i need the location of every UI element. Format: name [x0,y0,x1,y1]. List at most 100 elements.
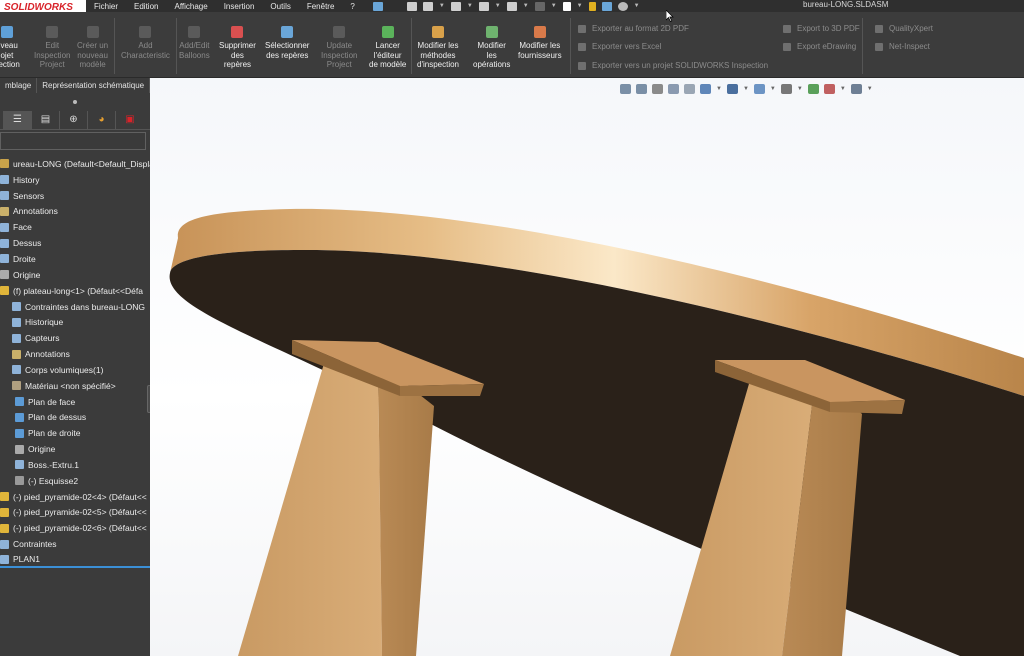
options-grid-icon[interactable] [601,1,612,11]
select-pointer-icon[interactable] [562,1,571,11]
tree-node[interactable]: Origine [0,441,150,457]
chevron-down-icon[interactable]: ▼ [716,86,722,92]
appearance-tab-icon[interactable]: ◕ [88,110,116,129]
chevron-down-icon[interactable]: ▼ [495,3,501,9]
menu-outils[interactable]: Outils [262,2,298,11]
table-leg-left-cap-front[interactable] [400,384,484,396]
tab-0[interactable]: mblage [0,78,38,93]
ribbon-button-3[interactable]: Add Characteristic [121,26,170,60]
tab-1[interactable]: Représentation schématique [37,78,151,93]
chevron-down-icon[interactable]: ▼ [439,3,445,9]
table-leg-right-cap-front[interactable] [830,400,905,414]
section-view-icon[interactable] [668,84,679,94]
chevron-down-icon[interactable]: ▼ [770,86,776,92]
inspection-tab-icon[interactable]: ▣ [116,111,144,129]
save-icon[interactable] [478,1,489,11]
view-orientation-icon[interactable] [700,84,711,94]
tree-node[interactable]: Historique [0,314,150,330]
panel-grip-icon[interactable] [73,99,77,104]
edit-appearance-icon[interactable] [780,84,792,94]
property-manager-tab-icon[interactable]: ▤ [32,110,60,129]
ribbon-button-10[interactable]: Modifier les opérations [473,26,510,70]
export-2d-pdf-link[interactable]: Exporter au format 2D PDF [578,24,689,33]
tree-node[interactable]: Origine [0,267,150,283]
display-monitor-icon[interactable] [850,84,862,94]
tree-node[interactable]: Capteurs [0,330,150,346]
open-icon[interactable] [450,1,461,11]
tree-node[interactable]: Annotations [0,346,150,362]
chevron-down-icon[interactable]: ▼ [797,86,803,92]
ribbon-button-5[interactable]: Supprimer des repères [219,26,256,70]
dynamic-annotation-icon[interactable] [684,84,695,94]
tree-node[interactable]: Contraintes [0,536,150,552]
print-icon[interactable] [506,1,517,11]
ribbon-button-11[interactable]: Modifier les fournisseurs [518,26,562,60]
table-leg-left-side[interactable] [378,362,434,656]
tree-filter-input[interactable] [0,132,146,150]
tree-node[interactable]: Plan de face [0,394,150,410]
ribbon-button-2[interactable]: Créer un nouveau modèle [77,26,108,70]
tree-node[interactable]: Matériau <non spécifié> [0,378,150,394]
tree-node[interactable]: (-) Esquisse2 [0,473,150,489]
tree-node[interactable]: Corps volumiques(1) [0,362,150,378]
tree-node[interactable]: Plan de dessus [0,410,150,426]
chevron-down-icon[interactable]: ▼ [551,3,557,9]
ribbon-button-1[interactable]: Edit Inspection Project [34,26,70,70]
tree-node[interactable]: Plan de droite [0,425,150,441]
ribbon-button-9[interactable]: Modifier les méthodes d'inspection [417,26,459,70]
feature-tree-tab-icon[interactable]: ☰ [4,110,32,129]
tree-node[interactable]: Contraintes dans bureau-LONG [0,299,150,315]
chevron-down-icon[interactable]: ▼ [523,3,529,9]
menu-help[interactable]: ? [342,2,362,11]
model-scene[interactable] [150,78,1024,656]
zoom-to-area-icon[interactable] [636,84,647,94]
tree-node[interactable]: (-) pied_pyramide-02<6> (Défaut<< [0,520,150,536]
tree-node[interactable]: (-) pied_pyramide-02<4> (Défaut<< [0,489,150,505]
graphics-viewport[interactable]: ▼ ▼ ▼ ▼ ▼ ▼ [150,78,1024,656]
tree-node[interactable]: Droite [0,251,150,267]
zoom-to-fit-icon[interactable] [620,84,631,94]
tree-node[interactable]: PLAN1 [0,552,150,568]
menu-insertion[interactable]: Insertion [216,2,263,11]
menu-fichier[interactable]: Fichier [86,2,126,11]
chevron-down-icon[interactable]: ▼ [467,3,473,9]
tree-node[interactable]: History [0,172,150,188]
export-edrawing-link[interactable]: Export eDrawing [783,42,856,51]
tree-node[interactable]: Dessus [0,235,150,251]
chevron-down-icon[interactable]: ▼ [840,86,846,92]
menu-affichage[interactable]: Affichage [166,2,215,11]
view-settings-icon[interactable] [823,84,835,94]
tree-node[interactable]: (f) plateau-long<1> (Défaut<<Défa [0,283,150,299]
ribbon-button-0[interactable]: uveauojetpection [0,26,20,70]
apply-scene-icon[interactable] [807,84,819,94]
tree-node[interactable]: Face [0,219,150,235]
previous-view-icon[interactable] [652,84,663,94]
table-leg-left-front[interactable] [238,360,382,656]
new-document-icon[interactable] [422,1,433,11]
hide-show-items-icon[interactable] [753,84,765,94]
net-inspect-link[interactable]: Net-Inspect [875,42,930,51]
tree-node[interactable]: (-) pied_pyramide-02<5> (Défaut<< [0,505,150,521]
display-style-icon[interactable] [726,84,738,94]
menu-fenetre[interactable]: Fenêtre [299,2,343,11]
configuration-tab-icon[interactable]: ⊕ [60,110,88,129]
undo-icon[interactable] [534,1,545,11]
ribbon-button-8[interactable]: Lancer l'éditeur de modèle [369,26,406,70]
tree-node[interactable]: Annotations [0,204,150,220]
chevron-down-icon[interactable]: ▼ [867,86,873,92]
export-inspection-project-link[interactable]: Exporter vers un projet SOLIDWORKS Inspe… [578,61,768,70]
ribbon-button-6[interactable]: Sélectionner des repères [265,26,309,60]
tree-node[interactable]: ureau-LONG (Default<Default_Display [0,156,150,172]
pin-icon[interactable] [372,1,383,11]
menu-edition[interactable]: Edition [126,2,166,11]
chevron-down-icon[interactable]: ▼ [634,3,640,9]
traffic-light-icon[interactable] [588,1,596,11]
chevron-down-icon[interactable]: ▼ [743,86,749,92]
tree-node[interactable]: Sensors [0,188,150,204]
export-3d-pdf-link[interactable]: Export to 3D PDF [783,24,860,33]
gear-icon[interactable] [617,1,628,11]
export-excel-link[interactable]: Exporter vers Excel [578,42,661,51]
qualityxpert-link[interactable]: QualityXpert [875,24,933,33]
home-icon[interactable] [406,1,417,11]
ribbon-button-7[interactable]: Update Inspection Project [321,26,357,70]
